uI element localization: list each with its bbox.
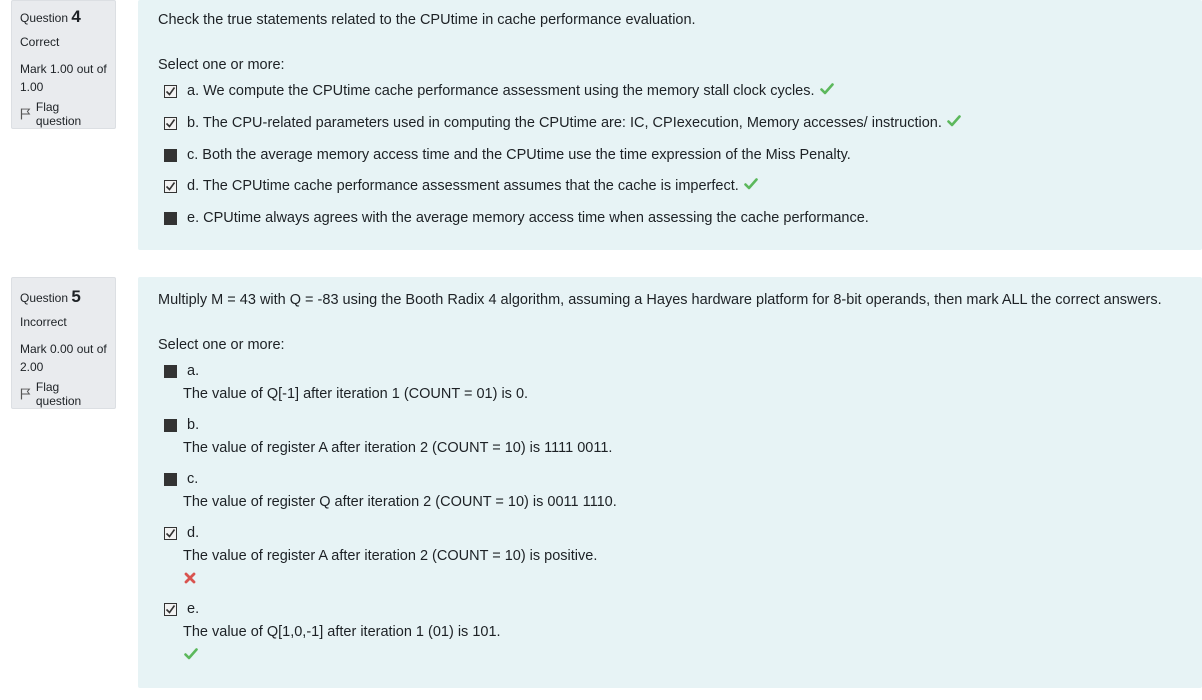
- option-text: The value of register A after iteration …: [183, 548, 598, 564]
- option-text: The value of Q[1,0,-1] after iteration 1…: [183, 624, 501, 640]
- answer-prompt: Select one or more:: [158, 337, 285, 353]
- option-checkbox[interactable]: [164, 526, 177, 540]
- answer-option[interactable]: e. CPUtime always agrees with the averag…: [164, 210, 869, 226]
- option-checkbox[interactable]: [164, 116, 177, 130]
- option-label: b. The CPU-related parameters used in co…: [187, 115, 942, 131]
- option-label: d. The CPUtime cache performance assessm…: [187, 178, 739, 194]
- option-letter: c.: [187, 471, 199, 487]
- correct-tick-icon: [743, 178, 758, 194]
- option-letter: a.: [187, 363, 200, 379]
- option-checkbox[interactable]: [164, 472, 177, 486]
- flag-question-link[interactable]: Flag question: [20, 380, 107, 408]
- answer-option[interactable]: e.: [164, 601, 199, 617]
- answer-option[interactable]: d.: [164, 525, 199, 541]
- question-4-content: Check the true statements related to the…: [138, 0, 1202, 250]
- question-grade: Mark 1.00 out of 1.00: [20, 62, 107, 94]
- flag-icon: [20, 108, 31, 120]
- answer-option[interactable]: a. We compute the CPUtime cache performa…: [164, 83, 834, 99]
- option-checkbox[interactable]: [164, 364, 177, 378]
- answer-option[interactable]: b.: [164, 417, 199, 433]
- option-letter: b.: [187, 417, 200, 433]
- correct-tick-icon: [819, 83, 834, 99]
- option-checkbox[interactable]: [164, 602, 177, 616]
- option-letter: e.: [187, 601, 200, 617]
- question-state: Correct: [20, 35, 60, 49]
- correct-tick-icon: [184, 647, 198, 665]
- question-number: Question 5: [20, 287, 81, 306]
- option-checkbox[interactable]: [164, 148, 177, 162]
- flag-icon: [20, 388, 31, 400]
- answer-option[interactable]: c. Both the average memory access time a…: [164, 147, 851, 163]
- question-5-info: Question 5 Incorrect Mark 0.00 out of 2.…: [11, 277, 116, 409]
- option-checkbox[interactable]: [164, 211, 177, 225]
- option-checkbox[interactable]: [164, 418, 177, 432]
- option-text: The value of register Q after iteration …: [183, 494, 617, 510]
- correct-tick-icon: [947, 115, 961, 131]
- question-5-content: Multiply M = 43 with Q = -83 using the B…: [138, 277, 1202, 688]
- question-grade: Mark 0.00 out of 2.00: [20, 342, 107, 374]
- answer-option[interactable]: b. The CPU-related parameters used in co…: [164, 115, 961, 131]
- question-number: Question 4: [20, 7, 81, 26]
- question-text: Check the true statements related to the…: [158, 12, 696, 28]
- answer-option[interactable]: a.: [164, 363, 199, 379]
- question-state: Incorrect: [20, 315, 67, 329]
- option-letter: d.: [187, 525, 200, 541]
- flag-question-link[interactable]: Flag question: [20, 100, 107, 128]
- question-4-info: Question 4 Correct Mark 1.00 out of 1.00…: [11, 0, 116, 129]
- option-label: e. CPUtime always agrees with the averag…: [187, 210, 869, 226]
- option-checkbox[interactable]: [164, 179, 177, 193]
- answer-option[interactable]: c.: [164, 471, 198, 487]
- option-label: c. Both the average memory access time a…: [187, 147, 851, 163]
- question-text: Multiply M = 43 with Q = -83 using the B…: [158, 292, 1162, 308]
- answer-option[interactable]: d. The CPUtime cache performance assessm…: [164, 178, 758, 194]
- answer-prompt: Select one or more:: [158, 57, 285, 73]
- option-text: The value of Q[-1] after iteration 1 (CO…: [183, 386, 529, 402]
- incorrect-cross-icon: [184, 571, 196, 589]
- option-label: a. We compute the CPUtime cache performa…: [187, 83, 815, 99]
- option-checkbox[interactable]: [164, 84, 177, 98]
- option-text: The value of register A after iteration …: [183, 440, 613, 456]
